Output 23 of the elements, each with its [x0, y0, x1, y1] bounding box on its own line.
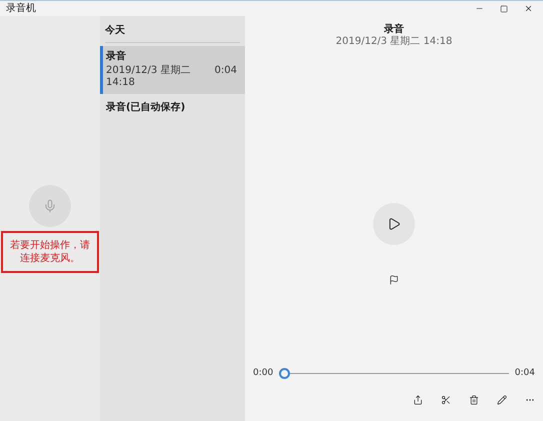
- recording-item[interactable]: 录音 2019/12/3 星期二 14:18 0:04: [100, 46, 245, 94]
- edit-icon[interactable]: [497, 394, 507, 404]
- recording-duration: 0:04: [214, 65, 237, 78]
- recording-title: 录音(已自动保存): [106, 102, 186, 114]
- recording-date: 2019/12/3 星期二 14:18: [336, 36, 452, 48]
- end-time: 0:04: [514, 367, 535, 380]
- recording-title: 录音: [384, 24, 404, 36]
- window-title: 录音机: [6, 4, 36, 14]
- trim-icon[interactable]: [441, 394, 451, 404]
- delete-icon[interactable]: [469, 394, 479, 404]
- flag-icon: [389, 275, 399, 285]
- microphone-message: 若要开始操作，请连接麦克风。: [1, 231, 99, 273]
- microphone-icon: [43, 199, 57, 213]
- playback-slider[interactable]: [279, 368, 509, 380]
- maximize-icon[interactable]: [500, 4, 508, 12]
- list-heading: 今天: [105, 23, 240, 43]
- start-time: 0:00: [253, 367, 274, 380]
- recording-title: 录音: [106, 51, 127, 63]
- recording-item[interactable]: 录音(已自动保存): [100, 97, 245, 119]
- close-icon[interactable]: [524, 4, 533, 13]
- recording-date: 2019/12/3 星期二 14:18: [106, 65, 192, 89]
- play-icon: [387, 217, 401, 231]
- share-icon[interactable]: [413, 394, 423, 404]
